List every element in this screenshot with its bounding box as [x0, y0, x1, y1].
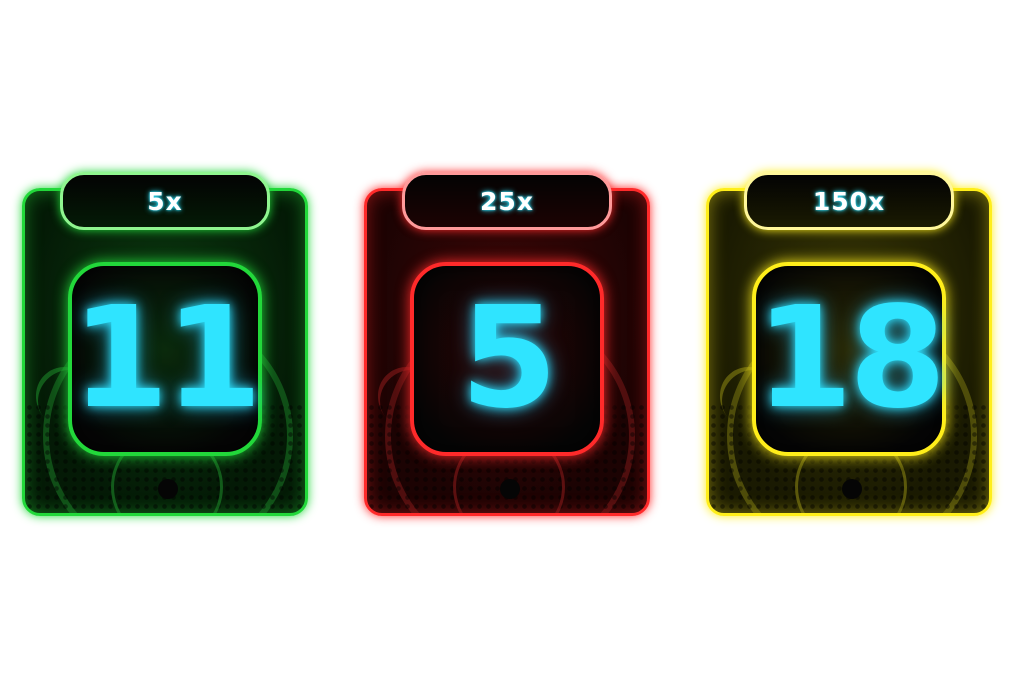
number-tile[interactable]: 18: [752, 262, 946, 456]
center-hole: [158, 479, 178, 499]
multiplier-tag: 25x: [402, 172, 612, 230]
center-hole: [842, 479, 862, 499]
tile-number: 18: [755, 277, 947, 440]
number-tile[interactable]: 11: [68, 262, 262, 456]
multiplier-tag: 5x: [60, 172, 270, 230]
tile-number: 11: [71, 277, 263, 440]
multiplier-tag: 150x: [744, 172, 954, 230]
bet-card-green[interactable]: 5x 11: [22, 172, 308, 516]
multiplier-label: 25x: [480, 186, 534, 216]
multiplier-label: 5x: [147, 186, 183, 216]
multiplier-label: 150x: [812, 186, 886, 216]
center-hole: [500, 479, 520, 499]
bet-card-red[interactable]: 25x 5: [364, 172, 650, 516]
tile-number: 5: [460, 277, 557, 440]
bet-cards-stage: 5x 11 25x 5 150x 18: [0, 0, 1014, 680]
number-tile[interactable]: 5: [410, 262, 604, 456]
bet-card-yellow[interactable]: 150x 18: [706, 172, 992, 516]
